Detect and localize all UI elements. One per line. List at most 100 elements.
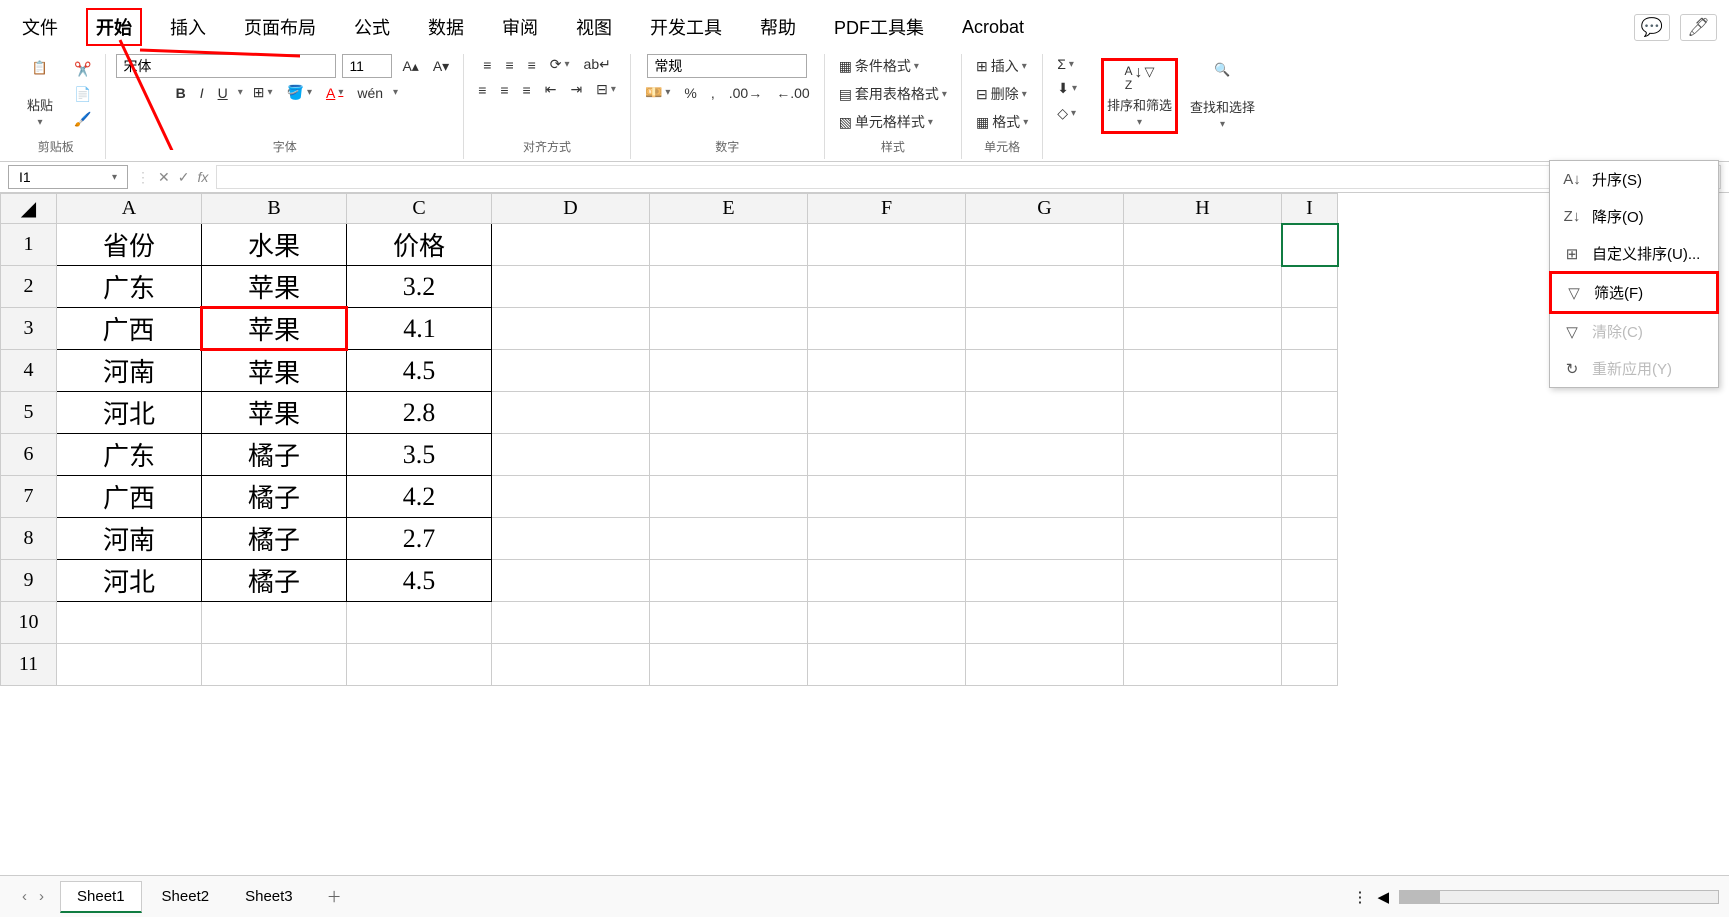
underline-button[interactable]: U: [214, 83, 232, 103]
orientation-button[interactable]: ⟳ ▾: [546, 54, 574, 75]
tab-formulas[interactable]: 公式: [344, 8, 400, 46]
comments-button[interactable]: 💬: [1634, 14, 1670, 41]
sheet-tab-1[interactable]: Sheet1: [60, 881, 142, 913]
clear-button[interactable]: ◇ ▾: [1053, 103, 1080, 124]
fill-color-button[interactable]: 🪣 ▾: [283, 82, 316, 103]
tab-dev[interactable]: 开发工具: [640, 8, 732, 46]
col-header-C[interactable]: C: [347, 194, 492, 224]
row-header[interactable]: 6: [1, 434, 57, 476]
filter-item[interactable]: ▽ 筛选(F): [1549, 271, 1719, 314]
format-cells-button[interactable]: ▦ 格式 ▾: [972, 110, 1032, 134]
cell-C1[interactable]: 价格: [347, 224, 492, 266]
row-header[interactable]: 10: [1, 602, 57, 644]
cell-B2[interactable]: 苹果: [202, 266, 347, 308]
cell-C8[interactable]: 2.7: [347, 518, 492, 560]
sheet-menu-icon[interactable]: ⋮: [1352, 888, 1367, 906]
tab-view[interactable]: 视图: [566, 8, 622, 46]
sheet-next-button[interactable]: ›: [39, 888, 44, 905]
cell-C6[interactable]: 3.5: [347, 434, 492, 476]
spreadsheet-grid[interactable]: ◢ A B C D E F G H I 1 省份 水果 价格 2 广东 苹果 3…: [0, 193, 1339, 686]
cell-A3[interactable]: 广西: [57, 308, 202, 350]
col-header-E[interactable]: E: [650, 194, 808, 224]
cell-C5[interactable]: 2.8: [347, 392, 492, 434]
select-all-corner[interactable]: ◢: [1, 194, 57, 224]
row-header[interactable]: 1: [1, 224, 57, 266]
cell-B6[interactable]: 橘子: [202, 434, 347, 476]
number-format-select[interactable]: [647, 54, 807, 78]
format-table-button[interactable]: ▤ 套用表格格式 ▾: [835, 82, 951, 106]
percent-button[interactable]: %: [680, 83, 700, 103]
format-painter-button[interactable]: 🖌️: [70, 109, 95, 130]
indent-increase-button[interactable]: ⇥: [566, 79, 586, 100]
conditional-format-button[interactable]: ▦ 条件格式 ▾: [835, 54, 923, 78]
cut-button[interactable]: ✂️: [70, 59, 95, 80]
font-color-button[interactable]: A ▾: [322, 83, 347, 103]
sort-asc-item[interactable]: A↓ 升序(S): [1550, 161, 1718, 198]
cell-A9[interactable]: 河北: [57, 560, 202, 602]
fill-button[interactable]: ⬇ ▾: [1053, 78, 1081, 99]
cell-A6[interactable]: 广东: [57, 434, 202, 476]
cell-A4[interactable]: 河南: [57, 350, 202, 392]
cancel-icon[interactable]: ✕: [158, 169, 170, 186]
cell-B8[interactable]: 橘子: [202, 518, 347, 560]
tab-home[interactable]: 开始: [86, 8, 142, 46]
sort-filter-button[interactable]: AZ↓▽ 排序和筛选 ▾: [1101, 58, 1178, 134]
cell-B7[interactable]: 橘子: [202, 476, 347, 518]
col-header-F[interactable]: F: [808, 194, 966, 224]
enter-icon[interactable]: ✓: [178, 169, 190, 186]
increase-decimal-button[interactable]: .00→: [725, 83, 766, 103]
merge-button[interactable]: ⊟ ▾: [592, 79, 620, 100]
cell-A2[interactable]: 广东: [57, 266, 202, 308]
align-top-button[interactable]: ≡: [479, 55, 495, 75]
align-bottom-button[interactable]: ≡: [524, 55, 540, 75]
formula-input[interactable]: [216, 165, 1721, 189]
cell-A7[interactable]: 广西: [57, 476, 202, 518]
col-header-D[interactable]: D: [492, 194, 650, 224]
phonetic-button[interactable]: wén: [353, 83, 387, 103]
row-header[interactable]: 8: [1, 518, 57, 560]
row-header[interactable]: 5: [1, 392, 57, 434]
add-sheet-button[interactable]: ＋: [313, 880, 356, 913]
col-header-A[interactable]: A: [57, 194, 202, 224]
comma-button[interactable]: ,: [707, 83, 719, 103]
bold-button[interactable]: B: [172, 83, 190, 103]
cell-A5[interactable]: 河北: [57, 392, 202, 434]
custom-sort-item[interactable]: ⊞ 自定义排序(U)...: [1550, 235, 1718, 272]
paste-button[interactable]: 📋 粘贴 ▾: [16, 54, 64, 134]
cell-B9[interactable]: 橘子: [202, 560, 347, 602]
row-header[interactable]: 9: [1, 560, 57, 602]
tab-review[interactable]: 审阅: [492, 8, 548, 46]
fx-icon[interactable]: fx: [197, 169, 208, 186]
col-header-H[interactable]: H: [1124, 194, 1282, 224]
wrap-text-button[interactable]: ab↵: [580, 54, 615, 75]
align-right-button[interactable]: ≡: [519, 80, 535, 100]
tab-insert[interactable]: 插入: [160, 8, 216, 46]
cell-I1-selected[interactable]: [1282, 224, 1338, 266]
col-header-G[interactable]: G: [966, 194, 1124, 224]
row-header[interactable]: 2: [1, 266, 57, 308]
tab-pdf[interactable]: PDF工具集: [824, 8, 934, 46]
row-header[interactable]: 3: [1, 308, 57, 350]
horizontal-scrollbar[interactable]: [1399, 890, 1719, 904]
cell-A1[interactable]: 省份: [57, 224, 202, 266]
cell-C4[interactable]: 4.5: [347, 350, 492, 392]
tab-data[interactable]: 数据: [418, 8, 474, 46]
delete-cells-button[interactable]: ⊟ 删除 ▾: [972, 82, 1031, 106]
row-header[interactable]: 11: [1, 644, 57, 686]
cell-styles-button[interactable]: ▧ 单元格样式 ▾: [835, 110, 937, 134]
align-left-button[interactable]: ≡: [474, 80, 490, 100]
tab-acrobat[interactable]: Acrobat: [952, 11, 1034, 44]
row-header[interactable]: 4: [1, 350, 57, 392]
share-button[interactable]: 🖊: [1680, 14, 1717, 41]
cell-B3-highlighted[interactable]: 苹果: [202, 308, 347, 350]
sheet-prev-button[interactable]: ‹: [22, 888, 27, 905]
font-size-select[interactable]: [342, 54, 392, 78]
tab-file[interactable]: 文件: [12, 8, 68, 46]
copy-button[interactable]: 📄: [70, 84, 95, 105]
cell-C9[interactable]: 4.5: [347, 560, 492, 602]
autosum-button[interactable]: Σ ▾: [1053, 54, 1078, 74]
cell-A8[interactable]: 河南: [57, 518, 202, 560]
find-select-button[interactable]: 🔍 查找和选择 ▾: [1184, 56, 1261, 136]
tab-help[interactable]: 帮助: [750, 8, 806, 46]
decrease-font-button[interactable]: A▾: [429, 56, 453, 77]
